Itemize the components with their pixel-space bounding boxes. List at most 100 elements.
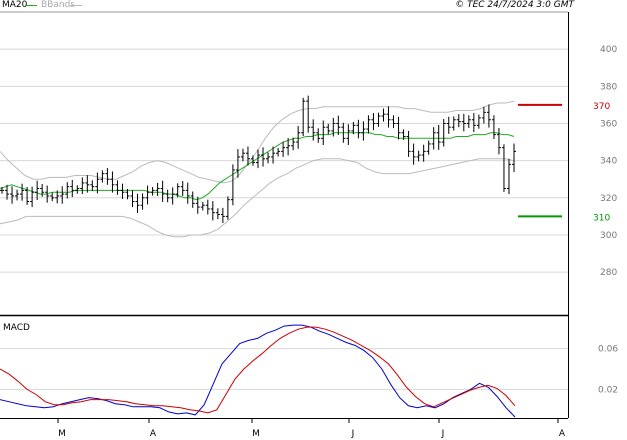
ohlc-bar (316, 128, 321, 143)
ohlc-bar (15, 189, 20, 201)
ohlc-bar (215, 208, 220, 219)
ohlc-bar (210, 201, 215, 221)
bband-upper-line (0, 100, 515, 184)
ohlc-bar (135, 193, 140, 214)
ohlc-bar (65, 182, 70, 199)
ohlc-bar (396, 116, 401, 140)
ohlc-bar (240, 148, 245, 162)
ohlc-bar (371, 113, 376, 131)
ohlc-bar (436, 124, 441, 150)
month-label: M (252, 429, 260, 439)
ohlc-bar (466, 115, 471, 128)
ohlc-bar (30, 186, 35, 208)
macd-line (0, 324, 516, 418)
ohlc-bar (456, 114, 461, 128)
ohlc-bar (486, 104, 491, 128)
ohlc-bar (70, 179, 75, 198)
ohlc-bar (381, 108, 386, 122)
price-tick-label: 400 (600, 45, 617, 55)
ohlc-bar (230, 164, 235, 206)
ohlc-bar (356, 119, 361, 139)
ohlc-bar (311, 119, 316, 141)
ohlc-bar (60, 186, 65, 204)
ohlc-bar (481, 106, 486, 124)
ohlc-bar (301, 97, 306, 137)
month-label: A (150, 429, 157, 439)
ohlc-bar (130, 190, 135, 208)
ohlc-bar (476, 114, 481, 129)
ohlc-bar (10, 186, 15, 204)
ohlc-bar (225, 196, 230, 220)
ohlc-bar (155, 182, 160, 196)
resistance-label: 370 (593, 102, 610, 112)
ohlc-bar (261, 147, 266, 167)
ohlc-bar (491, 115, 496, 140)
ohlc-bar (506, 158, 511, 195)
ohlc-bar (205, 199, 210, 215)
month-label: A (559, 429, 566, 439)
ohlc-bar (220, 207, 225, 224)
ohlc-bar (190, 191, 195, 208)
ohlc-bar (326, 123, 331, 135)
macd-tick-label: 0.02 (598, 385, 618, 395)
ohlc-bar (170, 187, 175, 205)
month-label: J (351, 429, 355, 439)
ohlc-bar (321, 120, 326, 146)
ohlc-bar (416, 150, 421, 162)
legend-bbands-swatch (70, 5, 82, 6)
ohlc-bar (406, 130, 411, 157)
ohlc-bar (150, 187, 155, 196)
ohlc-bar (115, 180, 120, 195)
ohlc-bar (281, 142, 286, 157)
ohlc-bar (276, 148, 281, 157)
ohlc-bar (40, 184, 45, 197)
ohlc-bar (160, 180, 165, 202)
ohlc-bar (496, 127, 501, 155)
ohlc-bar (411, 143, 416, 165)
price-tick-label: 320 (600, 194, 617, 204)
ohlc-bar (366, 115, 371, 134)
ohlc-bar (245, 146, 250, 166)
ohlc-bar (50, 192, 55, 202)
ohlc-bar (105, 168, 110, 185)
ohlc-bar (306, 95, 311, 133)
ohlc-bar (421, 144, 426, 162)
ohlc-bar (376, 112, 381, 127)
ohlc-bar (446, 116, 451, 134)
ohlc-bar (165, 189, 170, 203)
ohlc-bar (235, 149, 240, 178)
ohlc-bar (266, 152, 271, 164)
macd-tick-label: 0.06 (598, 345, 618, 355)
ohlc-bar (80, 177, 85, 195)
legend-ma20-swatch (25, 5, 37, 6)
price-tick-label: 300 (600, 231, 617, 241)
ohlc-bar (336, 115, 341, 136)
ohlc-bar (180, 181, 185, 196)
ohlc-bar (361, 121, 366, 141)
ohlc-bar (471, 113, 476, 133)
ohlc-bar (100, 170, 105, 183)
price-tick-label: 380 (600, 82, 617, 92)
ohlc-bar (512, 143, 516, 173)
support-label: 310 (593, 213, 610, 223)
macd-title: MACD (3, 323, 30, 333)
stock-chart: 280 300 320 340 360 380 400 0.02 0.06 M A M J J A 370 31… (0, 0, 627, 440)
ohlc-bar (110, 171, 115, 193)
ohlc-bar (386, 106, 391, 128)
ohlc-bar (120, 183, 125, 199)
month-label: J (441, 429, 445, 439)
copyright: © TEC 24/7/2024 3:0 GMT (455, 0, 574, 10)
ohlc-bar (90, 180, 95, 192)
ohlc-bar (426, 140, 431, 155)
month-label: M (58, 429, 66, 439)
ohlc-bar (75, 185, 80, 194)
ohlc-bar (185, 182, 190, 204)
legend-ma20: MA20 (2, 0, 28, 10)
ohlc-bar (461, 113, 466, 132)
ohlc-bar (346, 124, 351, 146)
ohlc-bar (200, 201, 205, 211)
ohlc-bar (391, 115, 396, 128)
chart-canvas: 280 300 320 340 360 380 400 0.02 0.06 M A M J J A 370 31… (0, 11, 618, 439)
ohlc-bar (35, 180, 40, 201)
price-tick-label: 280 (600, 268, 617, 278)
